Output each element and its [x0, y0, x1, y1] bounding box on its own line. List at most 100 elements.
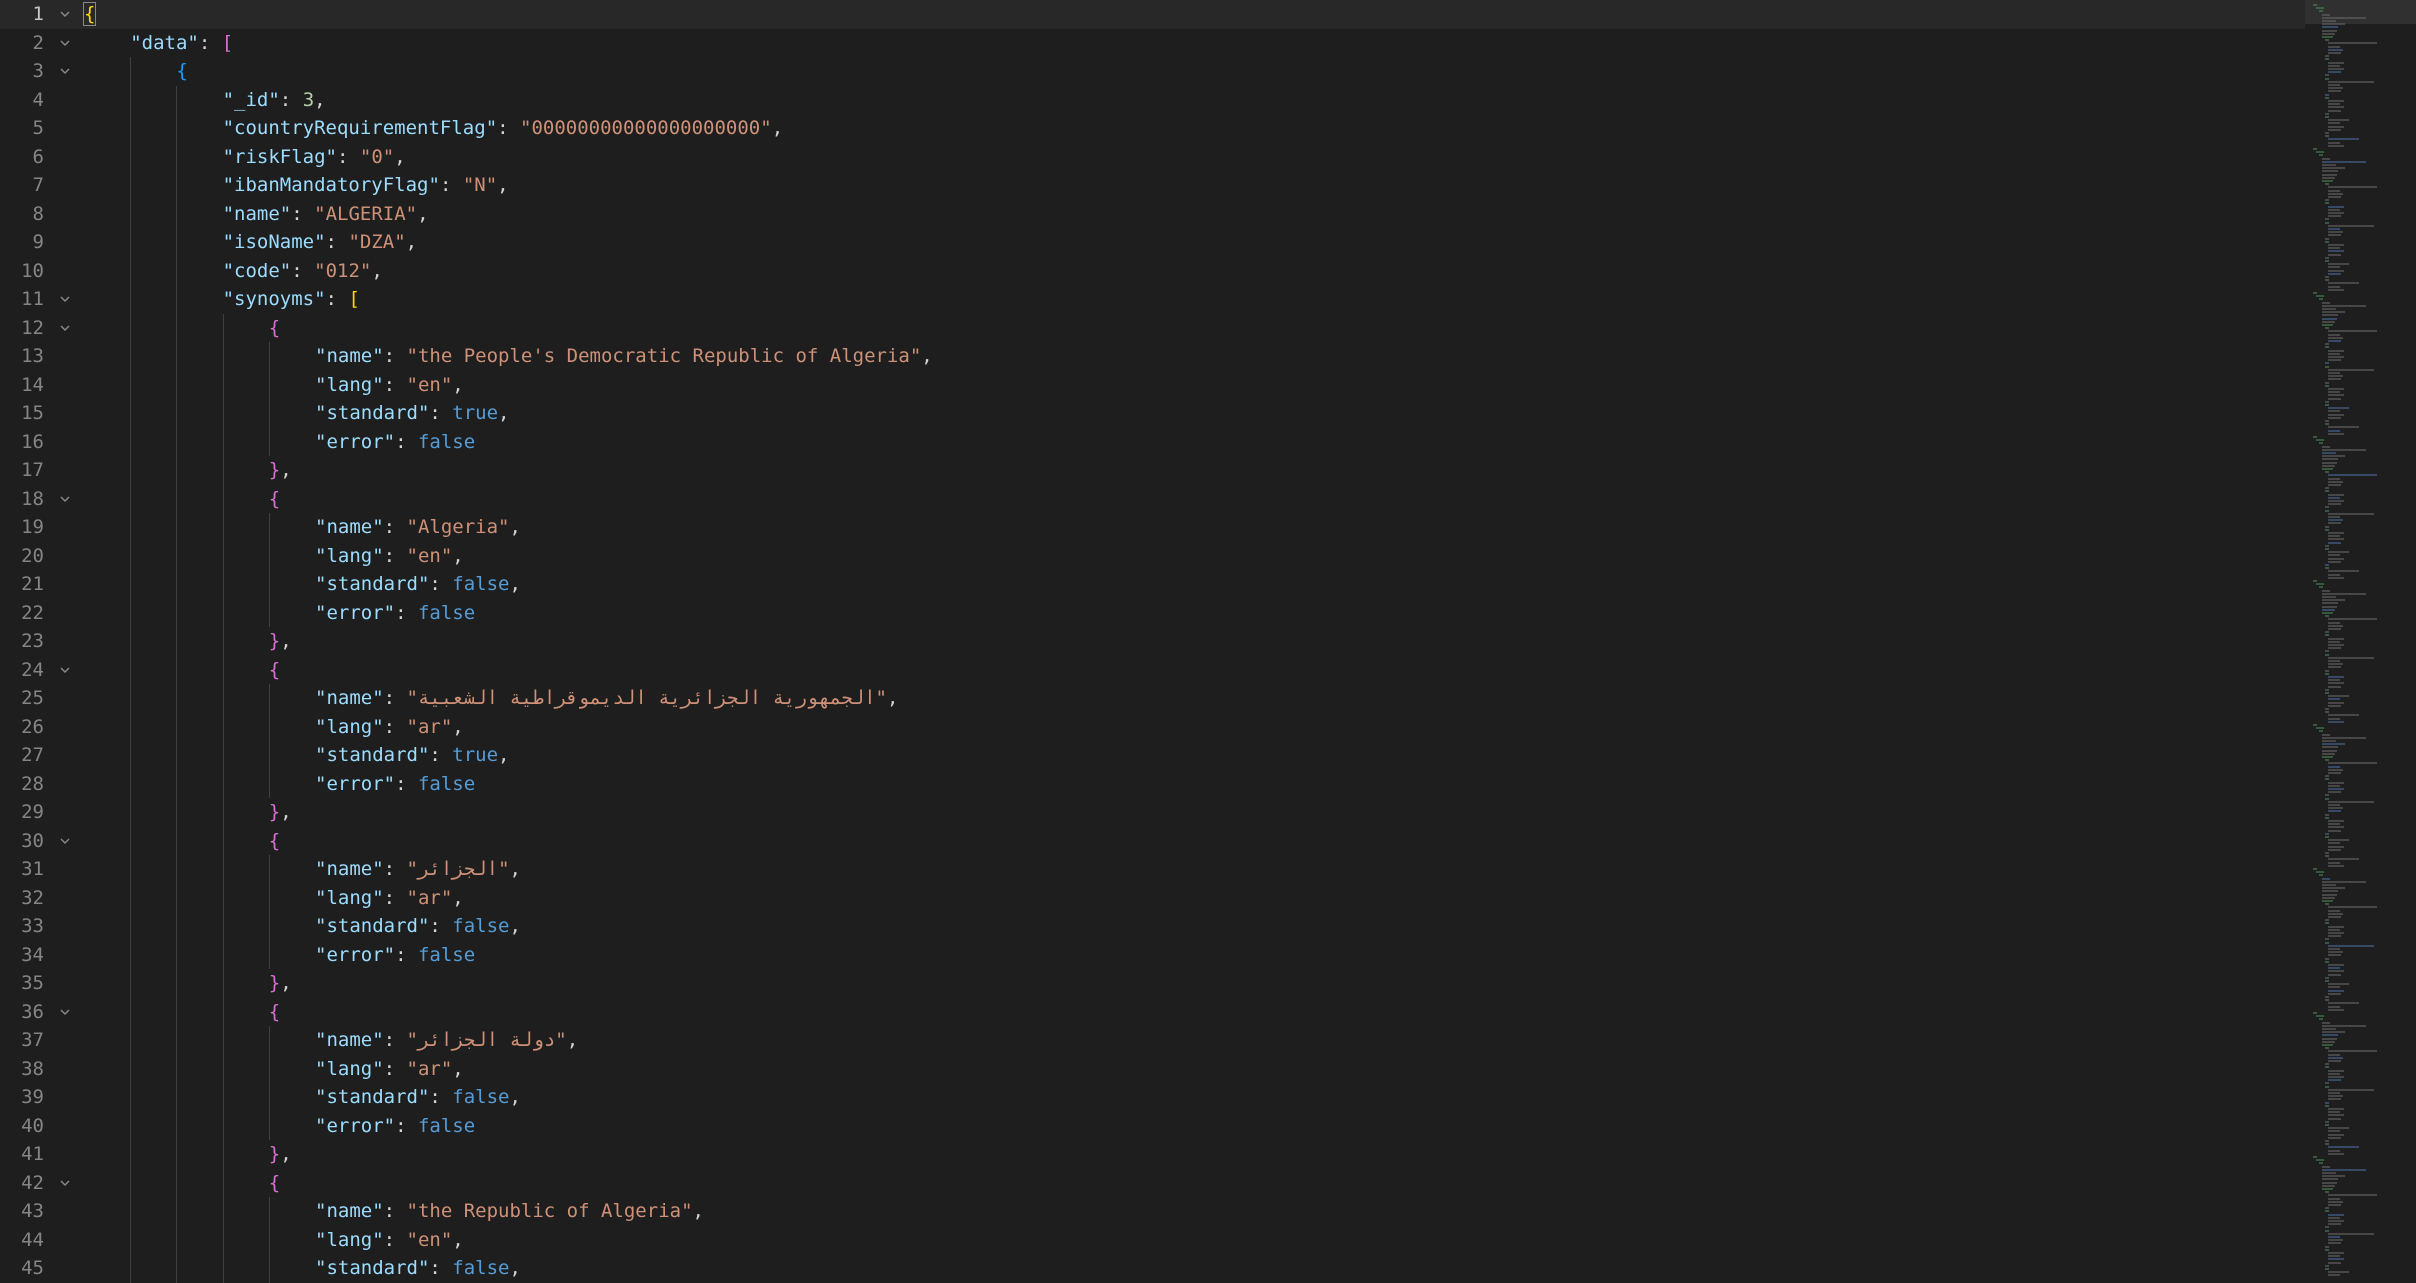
code-line[interactable]: 6 "riskFlag": "0",: [0, 142, 2305, 171]
indent-guide: [222, 655, 224, 684]
code-token: "error": [315, 430, 396, 453]
line-number: 18: [21, 487, 44, 510]
minimap-line: [2325, 1143, 2329, 1146]
code-line[interactable]: 12 {: [0, 313, 2305, 343]
code-line[interactable]: 5 "countryRequirementFlag": "000000000000…: [0, 114, 2305, 143]
code-line[interactable]: 44 "lang": "en",: [0, 1225, 2305, 1254]
code-line[interactable]: 19 "name": "Algeria",: [0, 513, 2305, 542]
minimap-line: [2328, 829, 2341, 832]
code-line[interactable]: 16 "error": false: [0, 427, 2305, 456]
code-line[interactable]: 45 "standard": false,: [0, 1254, 2305, 1283]
code-token: }: [268, 801, 281, 823]
line-code: "error": false: [315, 770, 475, 799]
code-line[interactable]: 9 "isoName": "DZA",: [0, 228, 2305, 257]
indent-guide: [130, 1054, 132, 1083]
code-line[interactable]: 41},: [0, 1140, 2305, 1169]
code-line[interactable]: 8 "name": "ALGERIA",: [0, 199, 2305, 228]
code-line[interactable]: 37 "name": "دولة الجزائر",: [0, 1026, 2305, 1055]
code-editor[interactable]: 1{2 "data": [3{4 "_id": 3, 5 "countryRequire…: [0, 0, 2416, 1283]
minimap-line: [2322, 749, 2338, 752]
minimap-line: [2313, 1156, 2317, 1158]
minimap-line: [2322, 1184, 2335, 1187]
editor-lines[interactable]: 1{2 "data": [3{4 "_id": 3, 5 "countryRequire…: [0, 0, 2305, 1283]
minimap-line: [2328, 624, 2344, 627]
code-line[interactable]: 21 "standard": false,: [0, 570, 2305, 599]
minimap-line: [2328, 413, 2345, 416]
chevron-down-icon[interactable]: [56, 314, 74, 343]
code-line[interactable]: 26 "lang": "ar",: [0, 712, 2305, 741]
code-line[interactable]: 34 "error": false: [0, 940, 2305, 969]
minimap-line: [2328, 791, 2341, 794]
code-line[interactable]: 38 "lang": "ar",: [0, 1054, 2305, 1083]
minimap-line: [2325, 1101, 2329, 1104]
indent-guide: [176, 598, 178, 627]
chevron-down-icon[interactable]: [56, 1169, 74, 1198]
minimap-line: [2325, 759, 2329, 762]
minimap-line: [2322, 1037, 2338, 1040]
code-line[interactable]: 35},: [0, 969, 2305, 998]
minimap-line: [2325, 381, 2329, 384]
code-line[interactable]: 17},: [0, 456, 2305, 485]
code-line[interactable]: 24 {: [0, 655, 2305, 685]
minimap-line: [2313, 4, 2317, 6]
code-token: "name": [315, 516, 384, 538]
code-line[interactable]: 2 "data": [: [0, 29, 2305, 58]
chevron-down-icon[interactable]: [56, 285, 74, 314]
minimap-line: [2322, 896, 2335, 899]
chevron-down-icon[interactable]: [56, 0, 74, 29]
minimap-line: [2322, 164, 2337, 166]
indent-guide: [222, 313, 224, 342]
code-line[interactable]: 18 {: [0, 484, 2305, 514]
minimap-line: [2325, 1245, 2329, 1248]
code-line[interactable]: 28 "error": false: [0, 769, 2305, 799]
minimap-line: [2325, 93, 2329, 96]
minimap-line: [2328, 80, 2374, 83]
chevron-down-icon[interactable]: [56, 485, 74, 514]
minimap-line: [2325, 1210, 2329, 1213]
minimap-line: [2328, 810, 2341, 813]
minimap-line: [2319, 10, 2323, 13]
code-line[interactable]: 14 "lang": "en",: [0, 370, 2305, 399]
minimap-line: [2322, 301, 2331, 304]
chevron-down-icon[interactable]: [56, 57, 74, 86]
minimap-line: [2328, 388, 2345, 390]
code-line[interactable]: 20 "lang": "en",: [0, 541, 2305, 570]
code-line[interactable]: 25 "name": "الجمهورية الجزائرية الديموقرا…: [0, 684, 2305, 713]
code-token: "ar": [406, 715, 453, 738]
code-line[interactable]: 7 "ibanMandatoryFlag": "N",: [0, 171, 2305, 200]
minimap-line: [2328, 500, 2345, 502]
chevron-down-icon[interactable]: [56, 998, 74, 1027]
code-line[interactable]: 15 "standard": true,: [0, 399, 2305, 428]
minimap-line: [2322, 445, 2331, 448]
code-line[interactable]: 11 "synoyms": [: [0, 285, 2305, 314]
minimap-line: [2328, 839, 2349, 842]
code-line[interactable]: 43 "name": "the Republic of Algeria",: [0, 1197, 2305, 1226]
code-line[interactable]: 3{: [0, 57, 2305, 86]
minimap-line: [2325, 813, 2329, 816]
code-line[interactable]: 13 "name": "the People's Democratic Repub…: [0, 342, 2305, 371]
code-line[interactable]: 29},: [0, 798, 2305, 827]
code-line[interactable]: 27 "standard": true,: [0, 741, 2305, 770]
code-line[interactable]: 30 {: [0, 826, 2305, 856]
code-line[interactable]: 40 "error": false: [0, 1111, 2305, 1140]
chevron-down-icon[interactable]: [56, 827, 74, 856]
code-line[interactable]: 23},: [0, 627, 2305, 656]
code-line[interactable]: 4 "_id": 3,: [0, 85, 2305, 114]
minimap-line: [2328, 679, 2340, 682]
minimap-line: [2325, 77, 2329, 80]
chevron-down-icon[interactable]: [56, 29, 74, 58]
code-line[interactable]: 36 {: [0, 997, 2305, 1027]
code-line[interactable]: 1{: [0, 0, 2305, 29]
code-line[interactable]: 31 "name": "الجزائر",: [0, 855, 2305, 884]
code-line[interactable]: 10 "code": "012",: [0, 256, 2305, 285]
chevron-down-icon[interactable]: [56, 656, 74, 685]
code-line[interactable]: 42 {: [0, 1168, 2305, 1198]
code-line[interactable]: 39 "standard": false,: [0, 1083, 2305, 1112]
minimap[interactable]: [2305, 0, 2416, 1283]
code-line[interactable]: 33 "standard": false,: [0, 912, 2305, 941]
code-line[interactable]: 32 "lang": "ar",: [0, 883, 2305, 912]
minimap-line: [2328, 944, 2374, 947]
code-line[interactable]: 22 "error": false: [0, 598, 2305, 627]
minimap-line: [2328, 48, 2344, 51]
minimap-line: [2325, 615, 2329, 618]
